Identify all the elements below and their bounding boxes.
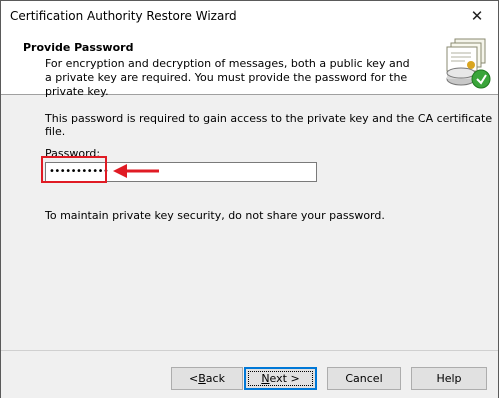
next-button[interactable]: Next > — [244, 367, 317, 390]
page-description: For encryption and decryption of message… — [45, 57, 410, 98]
cancel-label: Cancel — [345, 372, 383, 385]
window-title: Certification Authority Restore Wizard — [10, 9, 237, 23]
focus-ring — [248, 371, 313, 386]
back-label-rest: ack — [205, 372, 225, 385]
back-label-mnemonic: B — [198, 372, 206, 385]
wizard-window: Certification Authority Restore Wizard ✕… — [0, 0, 499, 398]
wizard-header: Provide Password For encryption and decr… — [1, 31, 498, 98]
close-button[interactable]: ✕ — [456, 1, 498, 31]
arrow-left-icon — [113, 164, 159, 178]
help-button[interactable]: Help — [411, 367, 487, 390]
title-bar: Certification Authority Restore Wizard ✕ — [1, 1, 498, 31]
certificate-restore-icon — [446, 38, 491, 89]
wizard-content: This password is required to gain access… — [1, 95, 498, 350]
highlight-annotation-box — [41, 156, 107, 183]
back-button[interactable]: < Back — [171, 367, 243, 390]
button-bar: < Back Next > Cancel Help — [1, 350, 498, 398]
page-title: Provide Password — [23, 41, 134, 54]
info-text: This password is required to gain access… — [45, 112, 493, 138]
cancel-button[interactable]: Cancel — [327, 367, 401, 390]
close-icon: ✕ — [470, 7, 484, 25]
help-label: Help — [436, 372, 462, 385]
security-note: To maintain private key security, do not… — [45, 209, 385, 222]
back-label-prefix: < — [189, 372, 199, 385]
